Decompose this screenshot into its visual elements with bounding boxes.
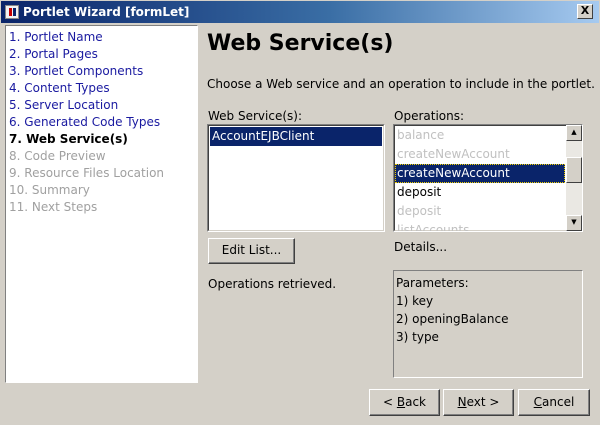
step-resource-files-location: 9. Resource Files Location [9,166,165,180]
parameters-header: Parameters: [396,276,469,290]
window-title: Portlet Wizard [formLet] [23,5,190,19]
web-services-label: Web Service(s): [208,109,302,123]
wizard-steps-list: 1. Portlet Name 2. Portal Pages 3. Portl… [5,25,198,383]
scroll-up-arrow-icon[interactable]: ▲ [566,125,582,141]
close-button[interactable]: X [577,4,593,19]
next-button[interactable]: Next > [443,389,514,416]
operations-list[interactable]: balance createNewAccount createNewAccoun… [393,124,583,232]
status-text: Operations retrieved. [208,277,337,291]
web-service-item[interactable]: AccountEJBClient [210,127,382,146]
step-portlet-components[interactable]: 3. Portlet Components [6,63,197,80]
step-next-steps: 11. Next Steps [9,200,98,214]
step-server-location[interactable]: 5. Server Location [6,97,197,114]
step-web-services: 7. Web Service(s) [9,132,128,146]
details-label: Details... [394,240,448,254]
back-rest: ack [405,395,426,409]
step-portal-pages[interactable]: 2. Portal Pages [6,46,197,63]
step-summary: 10. Summary [9,183,90,197]
parameter-item: 3) type [396,330,439,344]
cancel-mnemonic: C [533,395,543,409]
parameters-details-box: Parameters: 1) key 2) openingBalance 3) … [393,270,583,378]
back-prefix: < [382,395,397,409]
cancel-button[interactable]: Cancel [518,389,590,416]
web-services-list[interactable]: AccountEJBClient [207,124,385,232]
page-description: Choose a Web service and an operation to… [207,77,595,91]
step-code-preview: 8. Code Preview [9,149,106,163]
operation-item[interactable]: listAccounts [395,221,565,231]
operation-item[interactable]: balance [395,126,565,145]
operation-item[interactable]: deposit [395,202,565,221]
operations-scrollbar[interactable]: ▲ ▼ [566,125,582,231]
cancel-rest: ancel [542,395,575,409]
step-portlet-name[interactable]: 1. Portlet Name [6,29,197,46]
edit-list-button[interactable]: Edit List... [208,238,295,264]
step-content-types[interactable]: 4. Content Types [6,80,197,97]
java-icon [5,5,19,19]
title-bar[interactable]: Portlet Wizard [formLet] X [0,0,600,23]
operation-item[interactable]: createNewAccount [395,145,565,164]
step-generated-code-types[interactable]: 6. Generated Code Types [6,114,197,131]
operation-item[interactable]: deposit [395,183,565,202]
back-button[interactable]: < Back [369,389,440,416]
back-mnemonic: B [396,395,406,409]
next-mnemonic: N [457,395,467,409]
next-rest: ext > [466,395,500,409]
scroll-thumb[interactable] [566,157,582,183]
page-title: Web Service(s) [207,31,394,56]
scroll-down-arrow-icon[interactable]: ▼ [566,215,582,231]
parameter-item: 1) key [396,294,434,308]
operation-item-selected[interactable]: createNewAccount [395,164,565,183]
parameter-item: 2) openingBalance [396,312,509,326]
operations-label: Operations: [394,109,465,123]
